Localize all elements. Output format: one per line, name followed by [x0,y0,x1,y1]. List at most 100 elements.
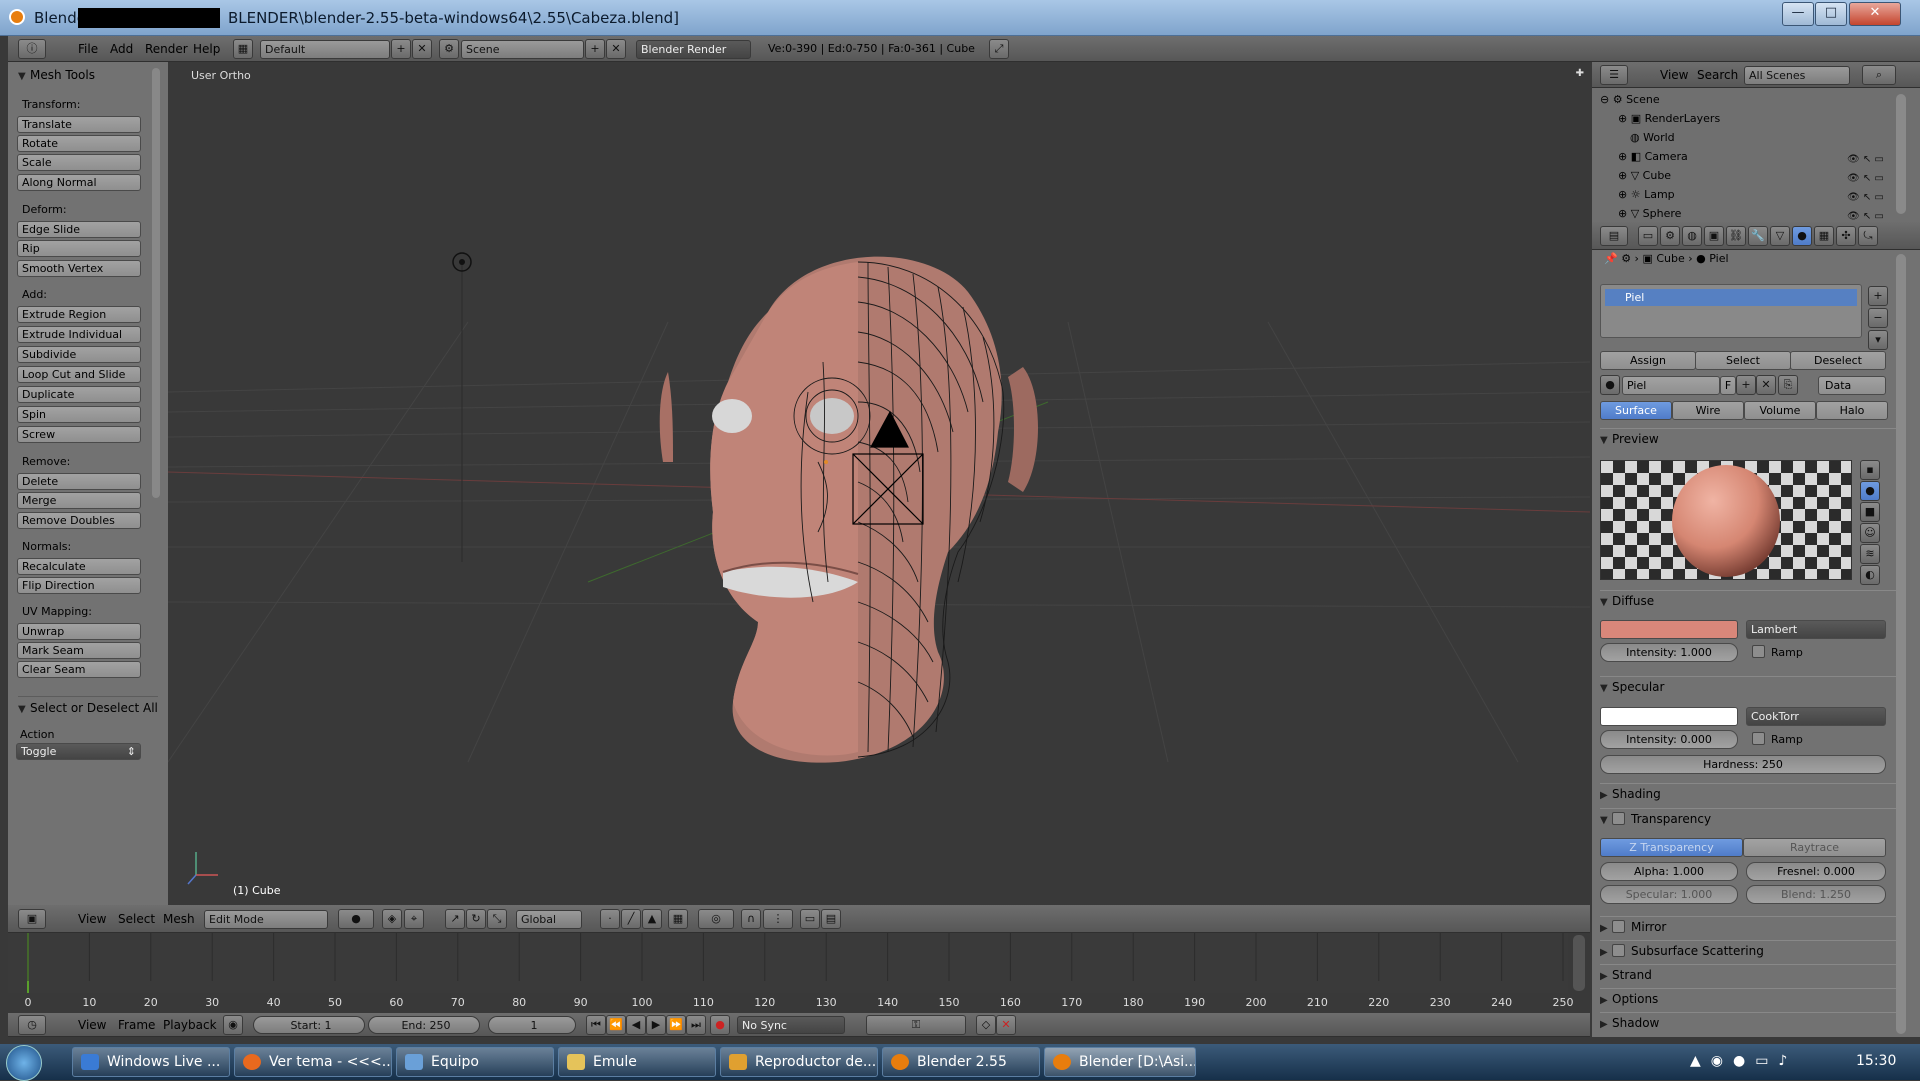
tab-volume[interactable]: Volume [1744,401,1816,420]
preview-sphere-icon[interactable]: ● [1860,481,1880,501]
flip-direction-button[interactable]: Flip Direction [17,577,141,594]
particles-tab-icon[interactable]: ✣ [1836,226,1856,246]
remove-screen-button[interactable]: ✕ [412,39,432,59]
translate-button[interactable]: Translate [17,116,141,133]
jump-end-icon[interactable]: ⏭ [686,1015,706,1035]
outliner-item-world[interactable]: ◍ World [1630,128,1920,147]
occlude-icon[interactable]: ▦ [668,909,688,929]
material-browse-icon[interactable]: ● [1600,375,1620,395]
editor-type-button[interactable]: ⓘ [18,39,46,59]
keying-icon[interactable]: ◉ [223,1015,243,1035]
rip-button[interactable]: Rip [17,240,141,257]
scale-manip-icon[interactable]: ⤡ [487,909,507,929]
add-scene-button[interactable]: + [585,39,605,59]
edge-select-icon[interactable]: ╱ [621,909,641,929]
task-firefox[interactable]: Ver tema - <<<... [234,1047,392,1077]
editor-type-button[interactable]: ◷ [18,1015,46,1035]
panel-options-header[interactable]: ▶ Options [1600,988,1904,1009]
remove-doubles-button[interactable]: Remove Doubles [17,512,141,529]
fullscreen-icon[interactable]: ⤢ [989,39,1009,59]
start-frame-field[interactable]: Start: 1 [253,1016,365,1034]
duplicate-button[interactable]: Duplicate [17,386,141,403]
panel-mirror-header[interactable]: ▶ Mirror [1600,916,1904,937]
outliner-item-renderlayers[interactable]: ⊕ ▣ RenderLayers [1618,109,1920,128]
transparency-specular-slider[interactable]: Specular: 1.000 [1600,885,1738,904]
panel-preview-header[interactable]: ▼ Preview [1600,428,1904,449]
scene-icon[interactable]: ⚙ [439,39,459,59]
preview-hair-icon[interactable]: ≋ [1860,544,1880,564]
magnet-icon[interactable]: ∩ [741,909,761,929]
loop-cut-slide-button[interactable]: Loop Cut and Slide [17,366,141,383]
editor-type-button[interactable]: ☰ [1600,65,1628,85]
specular-shader-select[interactable]: CookTorr [1746,707,1886,726]
alpha-slider[interactable]: Alpha: 1.000 [1600,862,1738,881]
screw-button[interactable]: Screw [17,426,141,443]
rotate-button[interactable]: Rotate [17,135,141,152]
delete-keyframe-icon[interactable]: ✕ [996,1015,1016,1035]
preview-monkey-icon[interactable]: ☺ [1860,523,1880,543]
link-mode-select[interactable]: Data [1818,376,1886,395]
render-icon[interactable]: ▭ [800,909,820,929]
next-keyframe-icon[interactable]: ⏩ [666,1015,686,1035]
task-emule[interactable]: Emule [558,1047,716,1077]
edge-slide-button[interactable]: Edge Slide [17,221,141,238]
panel-transparency-header[interactable]: ▼ Transparency [1600,808,1904,829]
system-tray-icons[interactable]: ▲◉●▭♪ [1690,1053,1797,1069]
preview-type-icons[interactable]: ▪ ● ■ ☺ ≋ ◐ [1860,460,1886,585]
select-button[interactable]: Select [1695,351,1791,370]
tab-surface[interactable]: Surface [1600,401,1672,420]
smooth-vertex-button[interactable]: Smooth Vertex [17,260,141,277]
3d-viewport[interactable]: User Ortho ✚ (1) Cube [168,62,1590,905]
play-icon[interactable]: ▶ [646,1015,666,1035]
end-frame-field[interactable]: End: 250 [368,1016,480,1034]
menu-help[interactable]: Help [193,36,220,62]
menu-view[interactable]: View [78,1013,106,1037]
screen-layout-icon[interactable]: ▦ [233,39,253,59]
snap-target-icon[interactable]: ⋮ [763,909,793,929]
sync-mode-select[interactable]: No Sync [737,1016,845,1034]
material-name-field[interactable]: Piel [1622,376,1720,395]
clear-seam-button[interactable]: Clear Seam [17,661,141,678]
task-blender-255[interactable]: Blender 2.55 [882,1047,1040,1077]
scale-button[interactable]: Scale [17,154,141,171]
new-material-button[interactable]: + [1736,375,1756,395]
slot-specials-button[interactable]: ▾ [1868,330,1888,350]
specular-intensity-slider[interactable]: Intensity: 0.000 [1600,730,1738,749]
face-select-icon[interactable]: ▲ [642,909,662,929]
remove-scene-button[interactable]: ✕ [606,39,626,59]
outliner-scrollbar[interactable] [1896,94,1906,214]
tab-halo[interactable]: Halo [1816,401,1888,420]
hardness-slider[interactable]: Hardness: 250 [1600,755,1886,774]
maximize-button[interactable]: □ [1815,2,1847,26]
along-normal-button[interactable]: Along Normal [17,174,141,191]
merge-button[interactable]: Merge [17,492,141,509]
blend-slider[interactable]: Blend: 1.250 [1746,885,1886,904]
insert-keyframe-icon[interactable]: ◇ [976,1015,996,1035]
outliner-menu-search[interactable]: Search [1697,62,1738,88]
extrude-region-button[interactable]: Extrude Region [17,306,141,323]
editor-type-button[interactable]: ▤ [1600,226,1628,246]
viewport-shading-icon[interactable]: ● [338,909,374,929]
texture-tab-icon[interactable]: ▦ [1814,226,1834,246]
object-tab-icon[interactable]: ▣ [1704,226,1724,246]
data-tab-icon[interactable]: ▽ [1770,226,1790,246]
material-slot-list[interactable]: Piel [1600,284,1862,338]
tool-shelf-scrollbar[interactable] [152,68,160,498]
modifiers-tab-icon[interactable]: 🔧 [1748,226,1768,246]
clock[interactable]: 15:30 [1856,1053,1896,1069]
outliner-menu-view[interactable]: View [1660,62,1688,88]
prev-keyframe-icon[interactable]: ⏪ [606,1015,626,1035]
menu-render[interactable]: Render [145,36,188,62]
task-equipo[interactable]: Equipo [396,1047,554,1077]
fresnel-slider[interactable]: Fresnel: 0.000 [1746,862,1886,881]
close-button[interactable]: ✕ [1849,2,1901,26]
remove-slot-button[interactable]: − [1868,308,1888,328]
spin-button[interactable]: Spin [17,406,141,423]
tab-wire[interactable]: Wire [1672,401,1744,420]
menu-playback[interactable]: Playback [163,1013,217,1037]
add-screen-button[interactable]: + [391,39,411,59]
assign-button[interactable]: Assign [1600,351,1696,370]
visibility-eye-icon[interactable]: 👁 ↖ ▭ 👁 ↖ ▭ 👁 ↖ ▭ 👁 ↖ ▭ [1847,150,1884,226]
record-icon[interactable]: ● [710,1015,730,1035]
scene-tab-icon[interactable]: ⚙ [1660,226,1680,246]
